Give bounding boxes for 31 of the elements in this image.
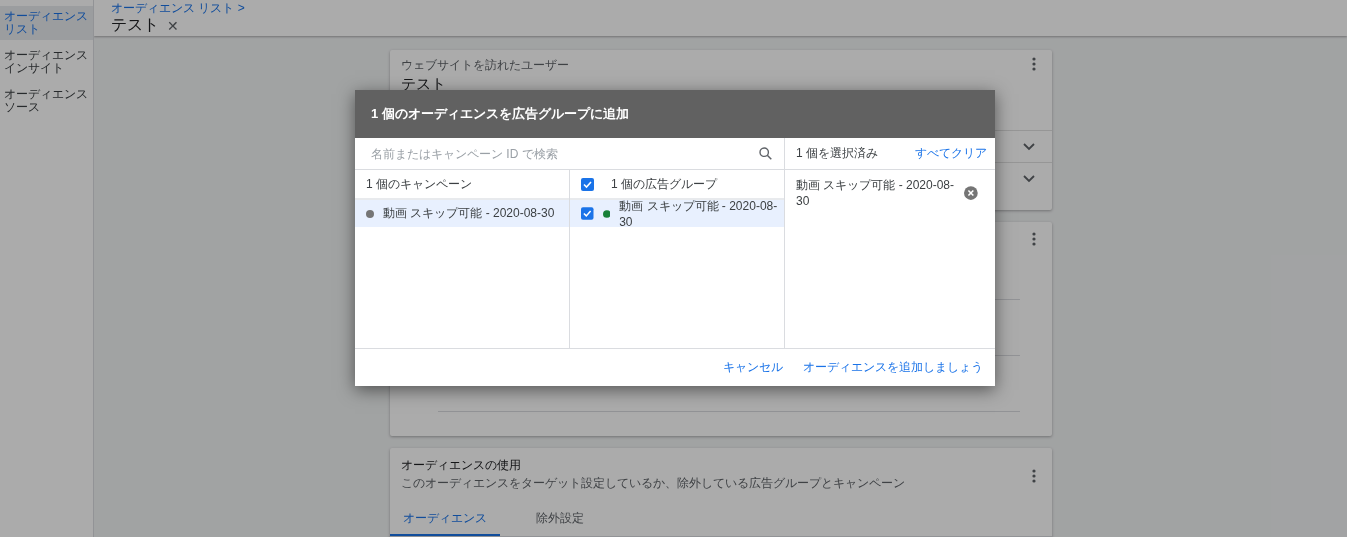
nav-item[interactable]: オーディエンスインサイト: [0, 45, 93, 79]
selection-count: 1 個を選択済み: [796, 145, 878, 162]
cancel-button[interactable]: キャンセル: [715, 353, 791, 382]
card-description: このオーディエンスをターゲット設定しているか、除外している広告グループとキャンペーン: [401, 475, 905, 492]
breadcrumb-link[interactable]: オーディエンス リスト >: [111, 0, 1347, 14]
ad-group-row[interactable]: 動画 スキップ可能 - 2020-08-30: [570, 200, 784, 227]
page-title: テスト: [111, 15, 159, 35]
nav-item[interactable]: オーディエンスソース: [0, 84, 93, 118]
close-icon[interactable]: ✕: [167, 17, 179, 34]
column-header: 1 個の広告グループ: [611, 175, 717, 193]
search-icon[interactable]: [759, 147, 772, 160]
more-options-icon[interactable]: [1032, 57, 1036, 71]
chevron-down-icon[interactable]: [1023, 142, 1035, 151]
clear-all-link[interactable]: すべてクリア: [915, 145, 987, 162]
remove-icon[interactable]: [964, 185, 978, 200]
search-field[interactable]: 名前またはキャンペーン ID で検索: [355, 145, 759, 162]
column-header: 1 個のキャンペーン: [366, 175, 472, 193]
more-options-icon[interactable]: [1032, 232, 1036, 246]
tab[interactable]: 除外設定: [520, 504, 600, 536]
nav-item[interactable]: オーディエンスリスト: [0, 6, 93, 40]
selected-item: 動画 スキップ可能 - 2020-08-30: [796, 177, 956, 208]
dialog-title: 1 個のオーディエンスを広告グループに追加: [371, 105, 629, 123]
tab[interactable]: オーディエンス: [390, 504, 500, 536]
card-subtitle: ウェブサイトを訪れたユーザー: [401, 57, 569, 74]
checkbox[interactable]: [581, 207, 594, 220]
checkbox[interactable]: [581, 177, 594, 191]
campaign-row[interactable]: 動画 スキップ可能 - 2020-08-30: [355, 200, 569, 227]
card-title: オーディエンスの使用: [401, 457, 522, 474]
chevron-down-icon[interactable]: [1023, 174, 1035, 183]
more-options-icon[interactable]: [1032, 469, 1036, 483]
add-audience-button[interactable]: オーディエンスを追加しましょう: [795, 353, 991, 382]
